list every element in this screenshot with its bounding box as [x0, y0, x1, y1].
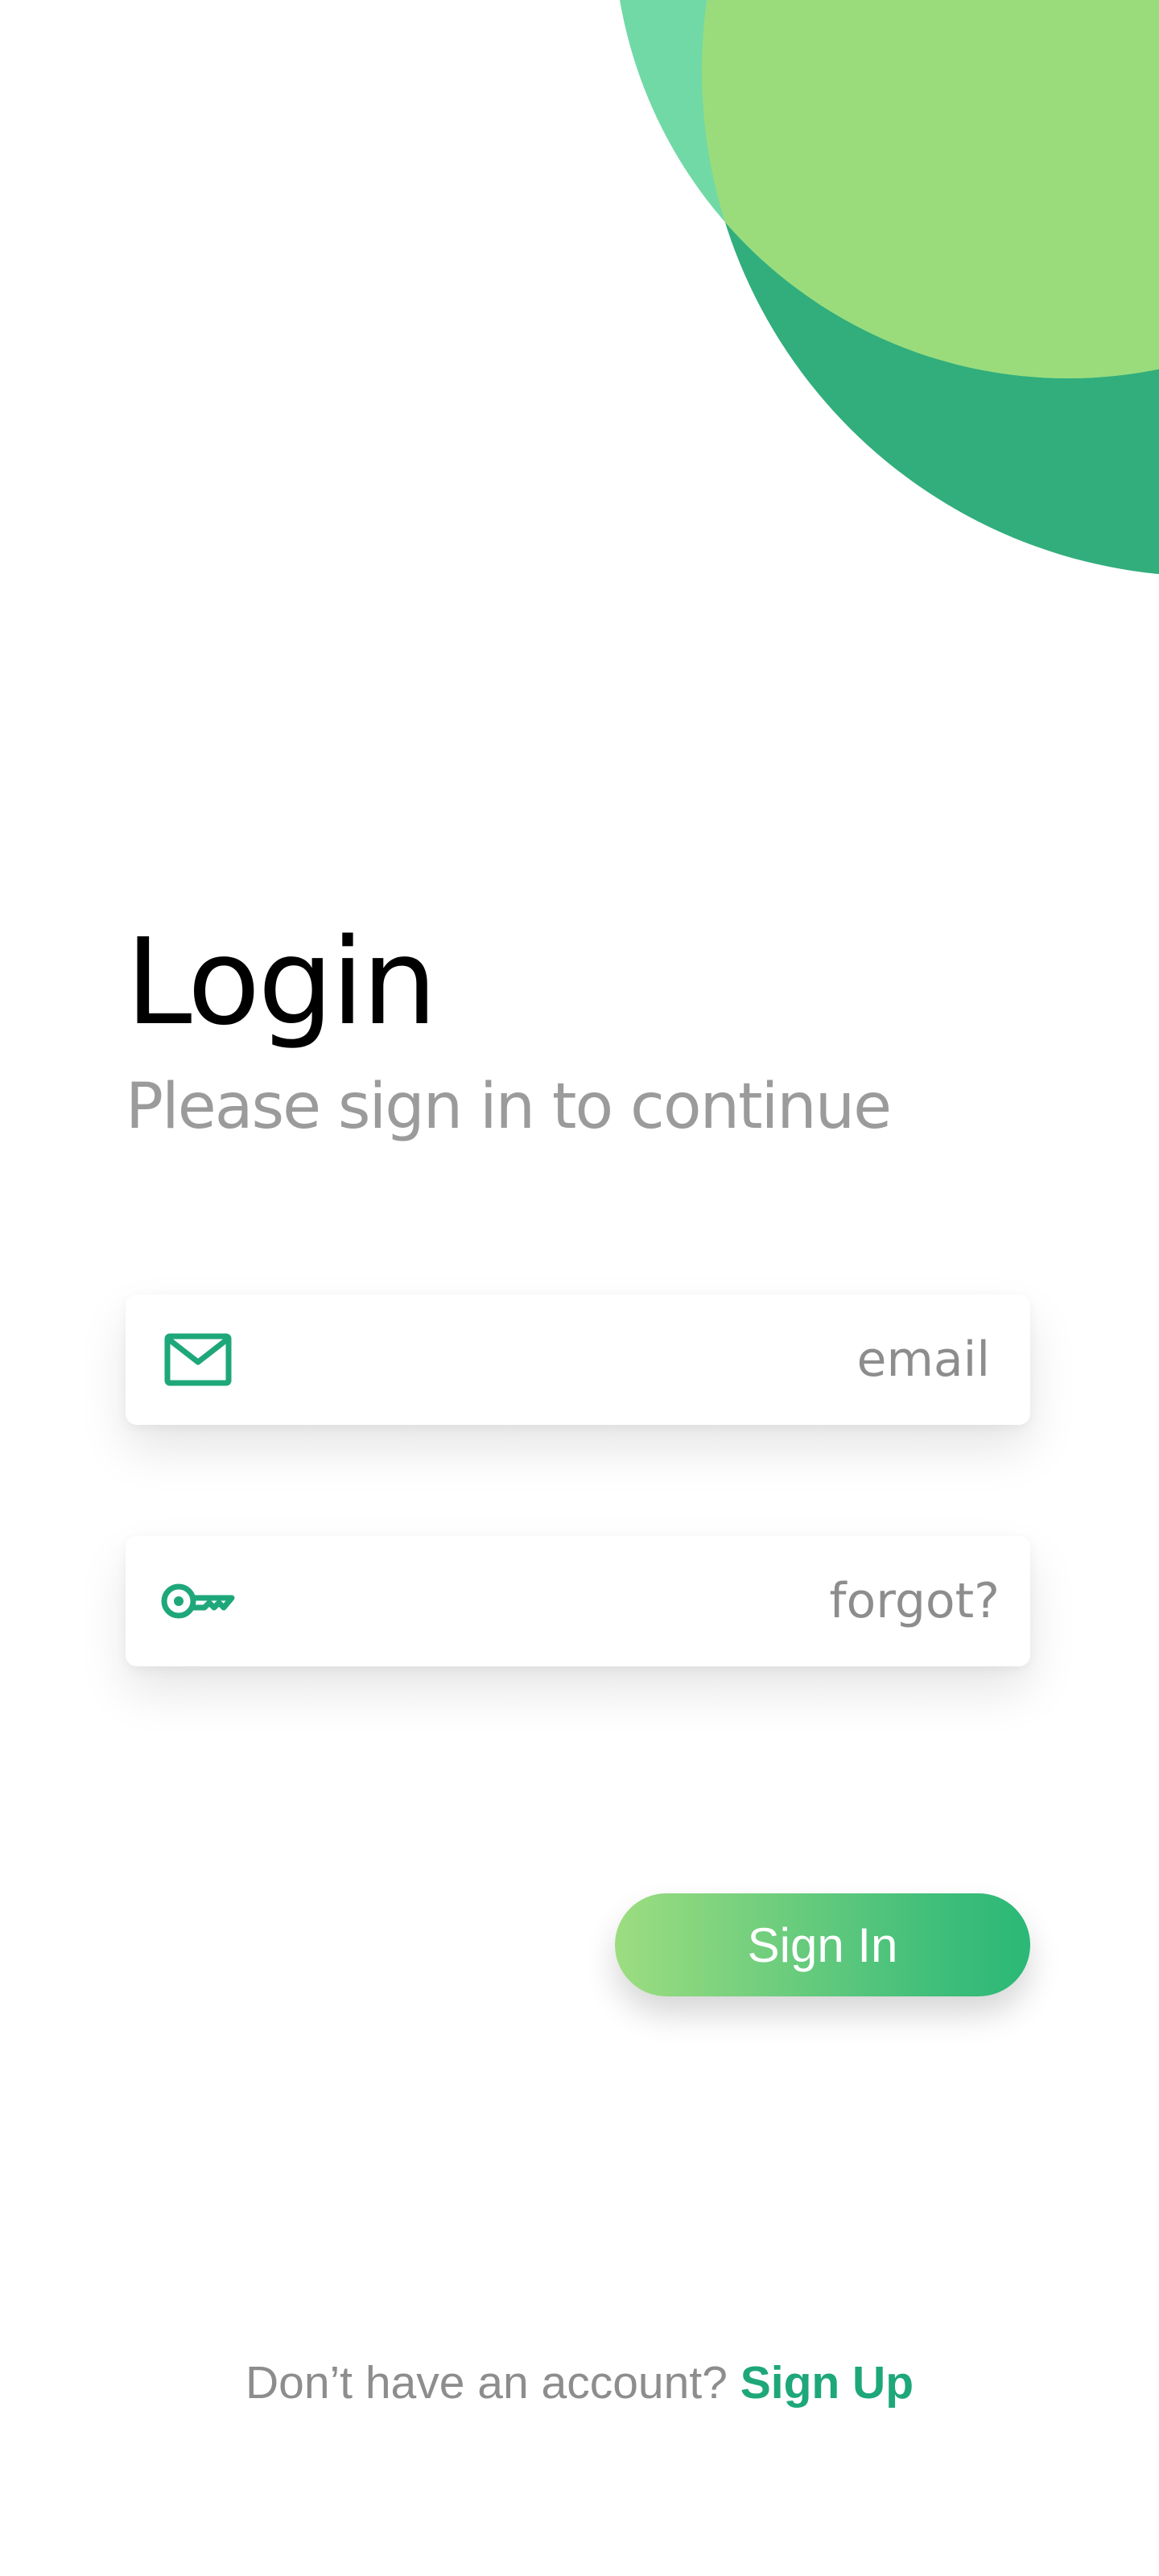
email-input[interactable]: [346, 1331, 990, 1388]
login-screen: Login Please sign in to continue forgot?…: [0, 0, 1159, 2576]
sign-up-link[interactable]: Sign Up: [740, 2357, 914, 2409]
signup-prompt: Don’t have an account? Sign Up: [0, 2351, 1159, 2415]
password-field[interactable]: forgot?: [126, 1536, 1030, 1666]
decorative-circle-overlap: [613, 0, 1159, 378]
email-field[interactable]: [126, 1294, 1030, 1425]
page-title: Login: [126, 913, 437, 1051]
sign-in-button[interactable]: Sign In: [615, 1893, 1030, 1996]
signup-prompt-text: Don’t have an account?: [245, 2357, 728, 2409]
key-icon: [161, 1583, 235, 1619]
mail-icon: [164, 1333, 232, 1386]
forgot-password-link[interactable]: forgot?: [829, 1573, 1000, 1629]
page-subtitle: Please sign in to continue: [126, 1071, 892, 1143]
password-input[interactable]: [341, 1573, 792, 1629]
